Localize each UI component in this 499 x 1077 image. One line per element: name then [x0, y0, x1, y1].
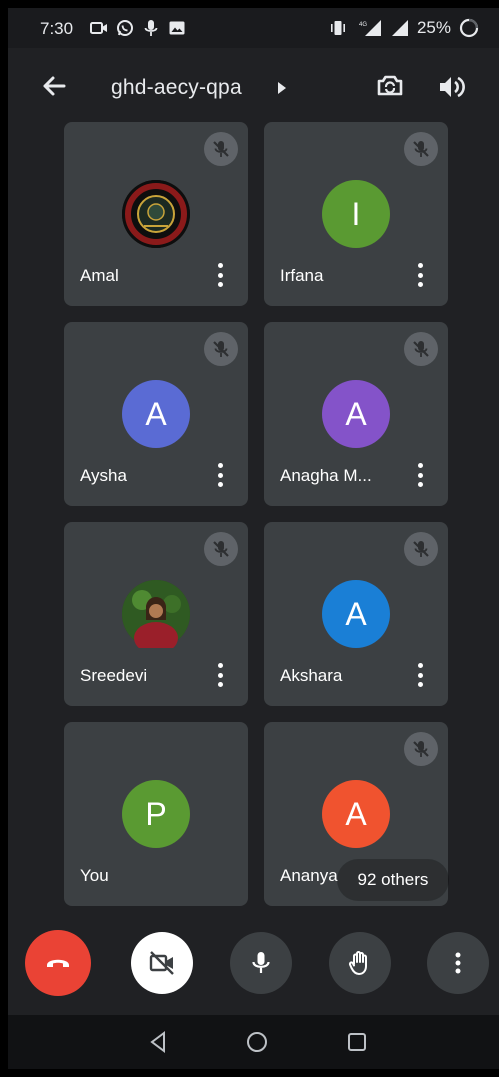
- caret-right-icon[interactable]: [275, 80, 289, 96]
- mic-notification-icon: [144, 20, 158, 36]
- nav-back-icon[interactable]: [146, 1029, 172, 1055]
- avatar-initial: A: [122, 380, 190, 448]
- more-vert-icon[interactable]: [414, 262, 426, 288]
- video-notification-icon: [90, 22, 107, 34]
- avatar-initial: A: [322, 780, 390, 848]
- participant-name: Amal: [80, 266, 119, 285]
- participant-name: Anagha M...: [280, 466, 372, 485]
- more-vert-icon: [455, 952, 461, 974]
- participant-name: Akshara: [280, 666, 343, 685]
- more-vert-icon[interactable]: [214, 262, 226, 288]
- mic-toggle-button[interactable]: [230, 932, 292, 994]
- signal-icon: [391, 20, 408, 36]
- call-header: ghd-aecy-qpa: [8, 48, 499, 122]
- hand-icon: [348, 951, 367, 975]
- meet-call-screen: 7:30 4G 25% ghd-aecy-qpa Amal I Irfana A…: [8, 8, 499, 1069]
- participant-tile-amal[interactable]: Amal: [64, 122, 248, 306]
- participant-name: Ananya: [280, 866, 338, 885]
- mic-off-icon: [204, 132, 238, 166]
- mic-off-icon: [404, 532, 438, 566]
- 4g-signal-icon: 4G: [359, 20, 381, 36]
- back-arrow-icon[interactable]: [38, 70, 70, 102]
- avatar-initial: A: [322, 580, 390, 648]
- more-vert-icon[interactable]: [214, 662, 226, 688]
- participant-tile-aysha[interactable]: A Aysha: [64, 322, 248, 506]
- raise-hand-button[interactable]: [329, 932, 391, 994]
- phone-hangup-icon: [47, 959, 69, 967]
- whatsapp-icon: [117, 20, 133, 36]
- system-navigation-bar: [8, 1015, 499, 1069]
- system-status-icons: 4G 25%: [329, 18, 479, 38]
- more-vert-icon[interactable]: [414, 462, 426, 488]
- participant-tile-you[interactable]: P You: [64, 722, 248, 906]
- participant-tile-irfana[interactable]: I Irfana: [264, 122, 448, 306]
- participant-name: Sreedevi: [80, 666, 148, 685]
- participant-tile-anagha[interactable]: A Anagha M...: [264, 322, 448, 506]
- participant-name: Aysha: [80, 466, 127, 485]
- more-vert-icon[interactable]: [414, 662, 426, 688]
- svg-text:4G: 4G: [359, 22, 367, 28]
- mic-off-icon: [404, 732, 438, 766]
- mic-off-icon: [404, 332, 438, 366]
- more-vert-icon[interactable]: [214, 462, 226, 488]
- meeting-code[interactable]: ghd-aecy-qpa: [111, 76, 242, 100]
- participant-tile-sreedevi[interactable]: Sreedevi: [64, 522, 248, 706]
- mic-icon: [252, 952, 270, 973]
- battery-percentage: 25%: [416, 18, 451, 37]
- speaker-icon[interactable]: [436, 72, 466, 102]
- avatar-image: [122, 180, 190, 248]
- others-count-chip[interactable]: 92 others: [338, 860, 448, 900]
- avatar-initial: P: [122, 780, 190, 848]
- participant-name: Irfana: [280, 266, 324, 285]
- nav-recents-icon[interactable]: [344, 1029, 370, 1055]
- end-call-button[interactable]: [25, 930, 91, 996]
- vibrate-icon: [330, 21, 345, 35]
- mic-off-icon: [204, 332, 238, 366]
- more-options-button[interactable]: [427, 932, 489, 994]
- participant-tile-akshara[interactable]: A Akshara: [264, 522, 448, 706]
- switch-camera-icon[interactable]: [373, 68, 407, 102]
- videocam-off-icon: [149, 951, 174, 975]
- avatar-initial: A: [322, 380, 390, 448]
- nav-home-icon[interactable]: [244, 1029, 270, 1055]
- mic-off-icon: [404, 132, 438, 166]
- mic-off-icon: [204, 532, 238, 566]
- status-time: 7:30: [40, 19, 74, 38]
- status-bar: 7:30 4G 25%: [8, 8, 499, 48]
- avatar-image: [122, 580, 190, 648]
- notification-icons: [90, 19, 186, 37]
- battery-icon: [459, 18, 479, 38]
- participant-name: You: [80, 866, 109, 885]
- avatar-initial: I: [322, 180, 390, 248]
- gallery-icon: [169, 21, 185, 35]
- camera-toggle-button[interactable]: [131, 932, 193, 994]
